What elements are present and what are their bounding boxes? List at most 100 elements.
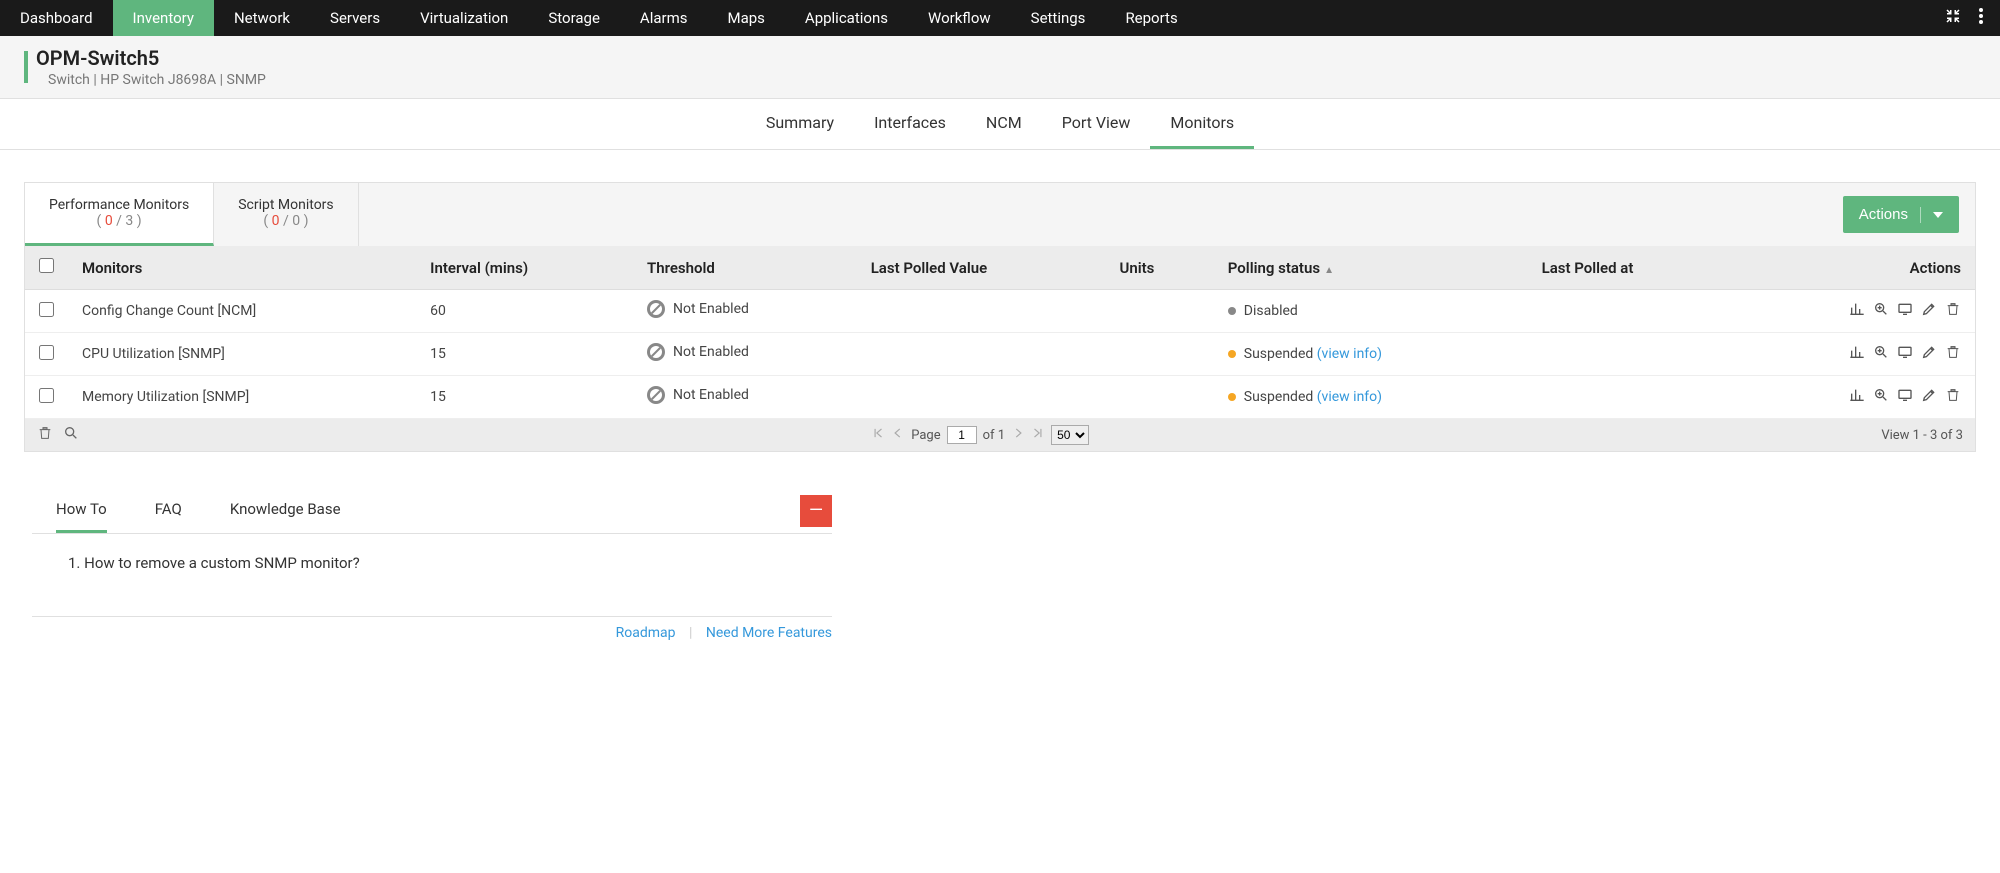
units-value	[1106, 333, 1214, 376]
monitors-table: Monitors Interval (mins) Threshold Last …	[25, 246, 1975, 419]
zoom-icon[interactable]	[1873, 387, 1889, 407]
help-tab-kb[interactable]: Knowledge Base	[230, 488, 341, 533]
nav-inventory[interactable]: Inventory	[113, 0, 214, 36]
help-tab-howto[interactable]: How To	[56, 488, 107, 533]
status-dot-icon	[1228, 393, 1236, 401]
col-interval[interactable]: Interval (mins)	[416, 246, 633, 290]
monitor-icon[interactable]	[1897, 387, 1913, 407]
chevron-down-icon	[1933, 212, 1943, 218]
page-header: OPM-Switch5 Switch | HP Switch J8698A | …	[0, 36, 2000, 99]
first-page-icon[interactable]	[871, 426, 885, 444]
chart-icon[interactable]	[1849, 301, 1865, 321]
polling-status: Suspended	[1244, 346, 1314, 362]
nav-dashboard[interactable]: Dashboard	[0, 0, 113, 36]
status-dot-icon	[1228, 350, 1236, 358]
actions-button-label: Actions	[1859, 206, 1908, 223]
collapse-icon[interactable]	[1944, 7, 1962, 29]
tab-port-view[interactable]: Port View	[1042, 99, 1151, 149]
nav-servers[interactable]: Servers	[310, 0, 400, 36]
table-row: Memory Utilization [SNMP] 15 Not Enabled…	[25, 376, 1975, 419]
help-tab-faq[interactable]: FAQ	[155, 488, 182, 533]
last-page-icon[interactable]	[1031, 426, 1045, 444]
row-checkbox[interactable]	[39, 388, 54, 403]
monitor-name: Config Change Count [NCM]	[68, 290, 416, 333]
not-enabled-icon	[647, 300, 665, 318]
row-actions	[1748, 301, 1961, 321]
script-monitors-label: Script Monitors	[238, 197, 333, 213]
chart-icon[interactable]	[1849, 387, 1865, 407]
last-polled-at	[1528, 333, 1734, 376]
more-icon[interactable]	[1978, 7, 1984, 29]
monitor-interval: 15	[416, 376, 633, 419]
help-item-number: 1.	[68, 554, 80, 572]
paging-summary: View 1 - 3 of 3	[1881, 428, 1963, 443]
script-bad-count: 0	[272, 213, 280, 229]
next-page-icon[interactable]	[1011, 426, 1025, 444]
script-monitors-tab[interactable]: Script Monitors ( 0 / 0 )	[214, 183, 358, 246]
search-icon[interactable]	[63, 425, 79, 445]
zoom-icon[interactable]	[1873, 344, 1889, 364]
nav-applications[interactable]: Applications	[785, 0, 908, 36]
monitor-interval: 15	[416, 333, 633, 376]
edit-icon[interactable]	[1921, 301, 1937, 321]
col-last-polled-at[interactable]: Last Polled at	[1528, 246, 1734, 290]
nav-settings[interactable]: Settings	[1011, 0, 1106, 36]
threshold-value: Not Enabled	[673, 301, 749, 317]
nav-virtualization[interactable]: Virtualization	[400, 0, 528, 36]
view-info-link[interactable]: (view info)	[1317, 346, 1382, 362]
roadmap-link[interactable]: Roadmap	[616, 625, 676, 641]
polling-status: Suspended	[1244, 389, 1314, 405]
monitor-icon[interactable]	[1897, 301, 1913, 321]
tab-ncm[interactable]: NCM	[966, 99, 1042, 149]
select-all-checkbox[interactable]	[39, 258, 54, 273]
row-actions	[1748, 387, 1961, 407]
last-polled-value	[857, 333, 1106, 376]
last-polled-at	[1528, 290, 1734, 333]
col-monitors[interactable]: Monitors	[68, 246, 416, 290]
col-units[interactable]: Units	[1106, 246, 1214, 290]
row-actions	[1748, 344, 1961, 364]
of-label: of 1	[983, 428, 1005, 443]
perf-monitors-tab[interactable]: Performance Monitors ( 0 / 3 )	[25, 183, 214, 246]
chart-icon[interactable]	[1849, 344, 1865, 364]
row-checkbox[interactable]	[39, 302, 54, 317]
nav-workflow[interactable]: Workflow	[908, 0, 1011, 36]
not-enabled-icon	[647, 386, 665, 404]
nav-maps[interactable]: Maps	[707, 0, 784, 36]
view-info-link[interactable]: (view info)	[1317, 389, 1382, 405]
top-nav: Dashboard Inventory Network Servers Virt…	[0, 0, 2000, 36]
delete-icon[interactable]	[1945, 344, 1961, 364]
row-checkbox[interactable]	[39, 345, 54, 360]
link-separator: |	[689, 625, 692, 641]
perf-bad-count: 0	[105, 213, 113, 229]
delete-icon[interactable]	[1945, 301, 1961, 321]
nav-storage[interactable]: Storage	[528, 0, 620, 36]
trash-icon[interactable]	[37, 425, 53, 445]
prev-page-icon[interactable]	[891, 426, 905, 444]
tab-monitors[interactable]: Monitors	[1150, 99, 1254, 149]
col-last-value[interactable]: Last Polled Value	[857, 246, 1106, 290]
tab-interfaces[interactable]: Interfaces	[854, 99, 966, 149]
polling-status: Disabled	[1244, 303, 1298, 319]
monitor-interval: 60	[416, 290, 633, 333]
page-label: Page	[911, 428, 940, 443]
zoom-icon[interactable]	[1873, 301, 1889, 321]
last-polled-at	[1528, 376, 1734, 419]
nav-reports[interactable]: Reports	[1105, 0, 1197, 36]
need-features-link[interactable]: Need More Features	[706, 625, 832, 641]
help-item-text[interactable]: How to remove a custom SNMP monitor?	[84, 554, 360, 572]
help-collapse-button[interactable]: —	[800, 495, 832, 527]
edit-icon[interactable]	[1921, 344, 1937, 364]
col-polling-status[interactable]: Polling status▲	[1214, 246, 1528, 290]
page-input[interactable]	[947, 426, 977, 444]
actions-button[interactable]: Actions	[1843, 196, 1959, 233]
col-threshold[interactable]: Threshold	[633, 246, 857, 290]
page-size-select[interactable]: 50	[1051, 425, 1089, 445]
page-title: OPM-Switch5	[36, 46, 266, 70]
nav-network[interactable]: Network	[214, 0, 310, 36]
edit-icon[interactable]	[1921, 387, 1937, 407]
delete-icon[interactable]	[1945, 387, 1961, 407]
tab-summary[interactable]: Summary	[746, 99, 854, 149]
monitor-icon[interactable]	[1897, 344, 1913, 364]
nav-alarms[interactable]: Alarms	[620, 0, 708, 36]
